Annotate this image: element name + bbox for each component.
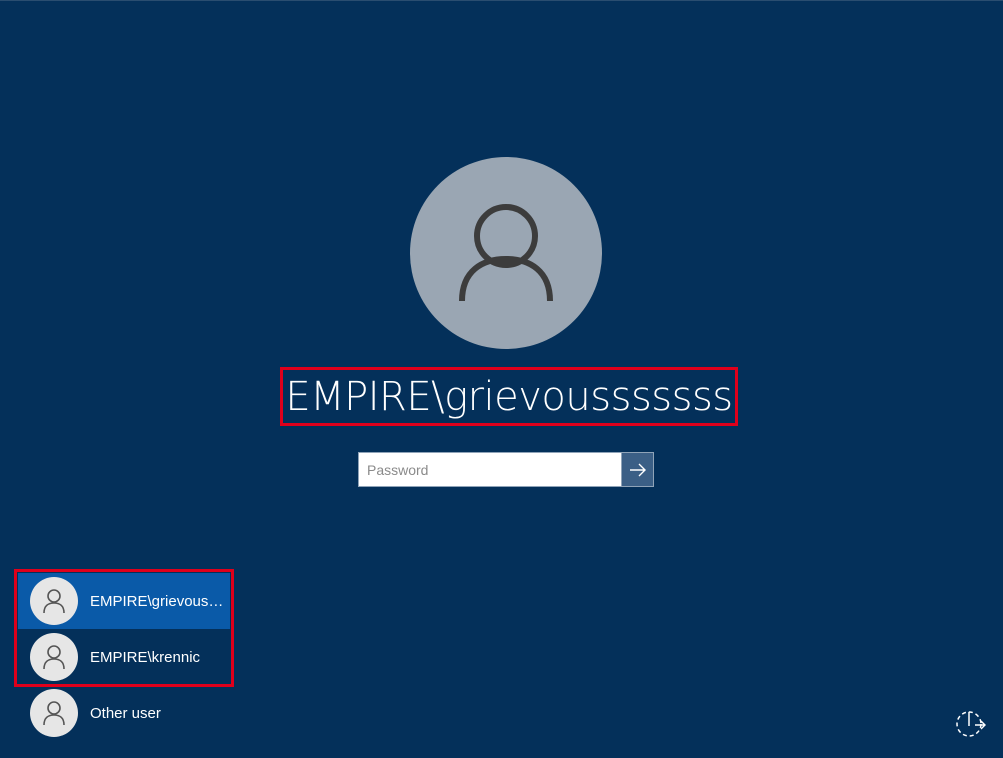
password-input[interactable] (359, 453, 621, 486)
arrow-right-icon (629, 463, 646, 476)
password-field-container (358, 452, 654, 487)
user-item-label: EMPIRE\krennic (90, 648, 201, 666)
user-item-label: EMPIRE\grievouss... (90, 592, 228, 610)
user-avatar-large (410, 157, 602, 349)
submit-button[interactable] (621, 453, 653, 486)
user-avatar-small (30, 633, 78, 681)
username-highlight: EMPIRE\grievousssssss (280, 367, 738, 426)
power-button[interactable] (952, 706, 988, 742)
user-icon (43, 589, 65, 614)
user-avatar-small (30, 689, 78, 737)
user-item-other[interactable]: Other user (18, 685, 230, 741)
user-icon (43, 701, 65, 726)
top-border (0, 0, 1003, 1)
user-avatar-small (30, 577, 78, 625)
user-item-label: Other user (90, 704, 161, 722)
user-item-krennic[interactable]: EMPIRE\krennic (18, 629, 230, 685)
user-icon (43, 645, 65, 670)
power-icon (956, 711, 986, 737)
user-list: EMPIRE\grievouss... EMPIRE\krennic Other… (18, 573, 230, 741)
username-title: EMPIRE\grievousssssss (285, 373, 733, 420)
user-item-grievous[interactable]: EMPIRE\grievouss... (18, 573, 230, 629)
user-icon (459, 204, 553, 302)
